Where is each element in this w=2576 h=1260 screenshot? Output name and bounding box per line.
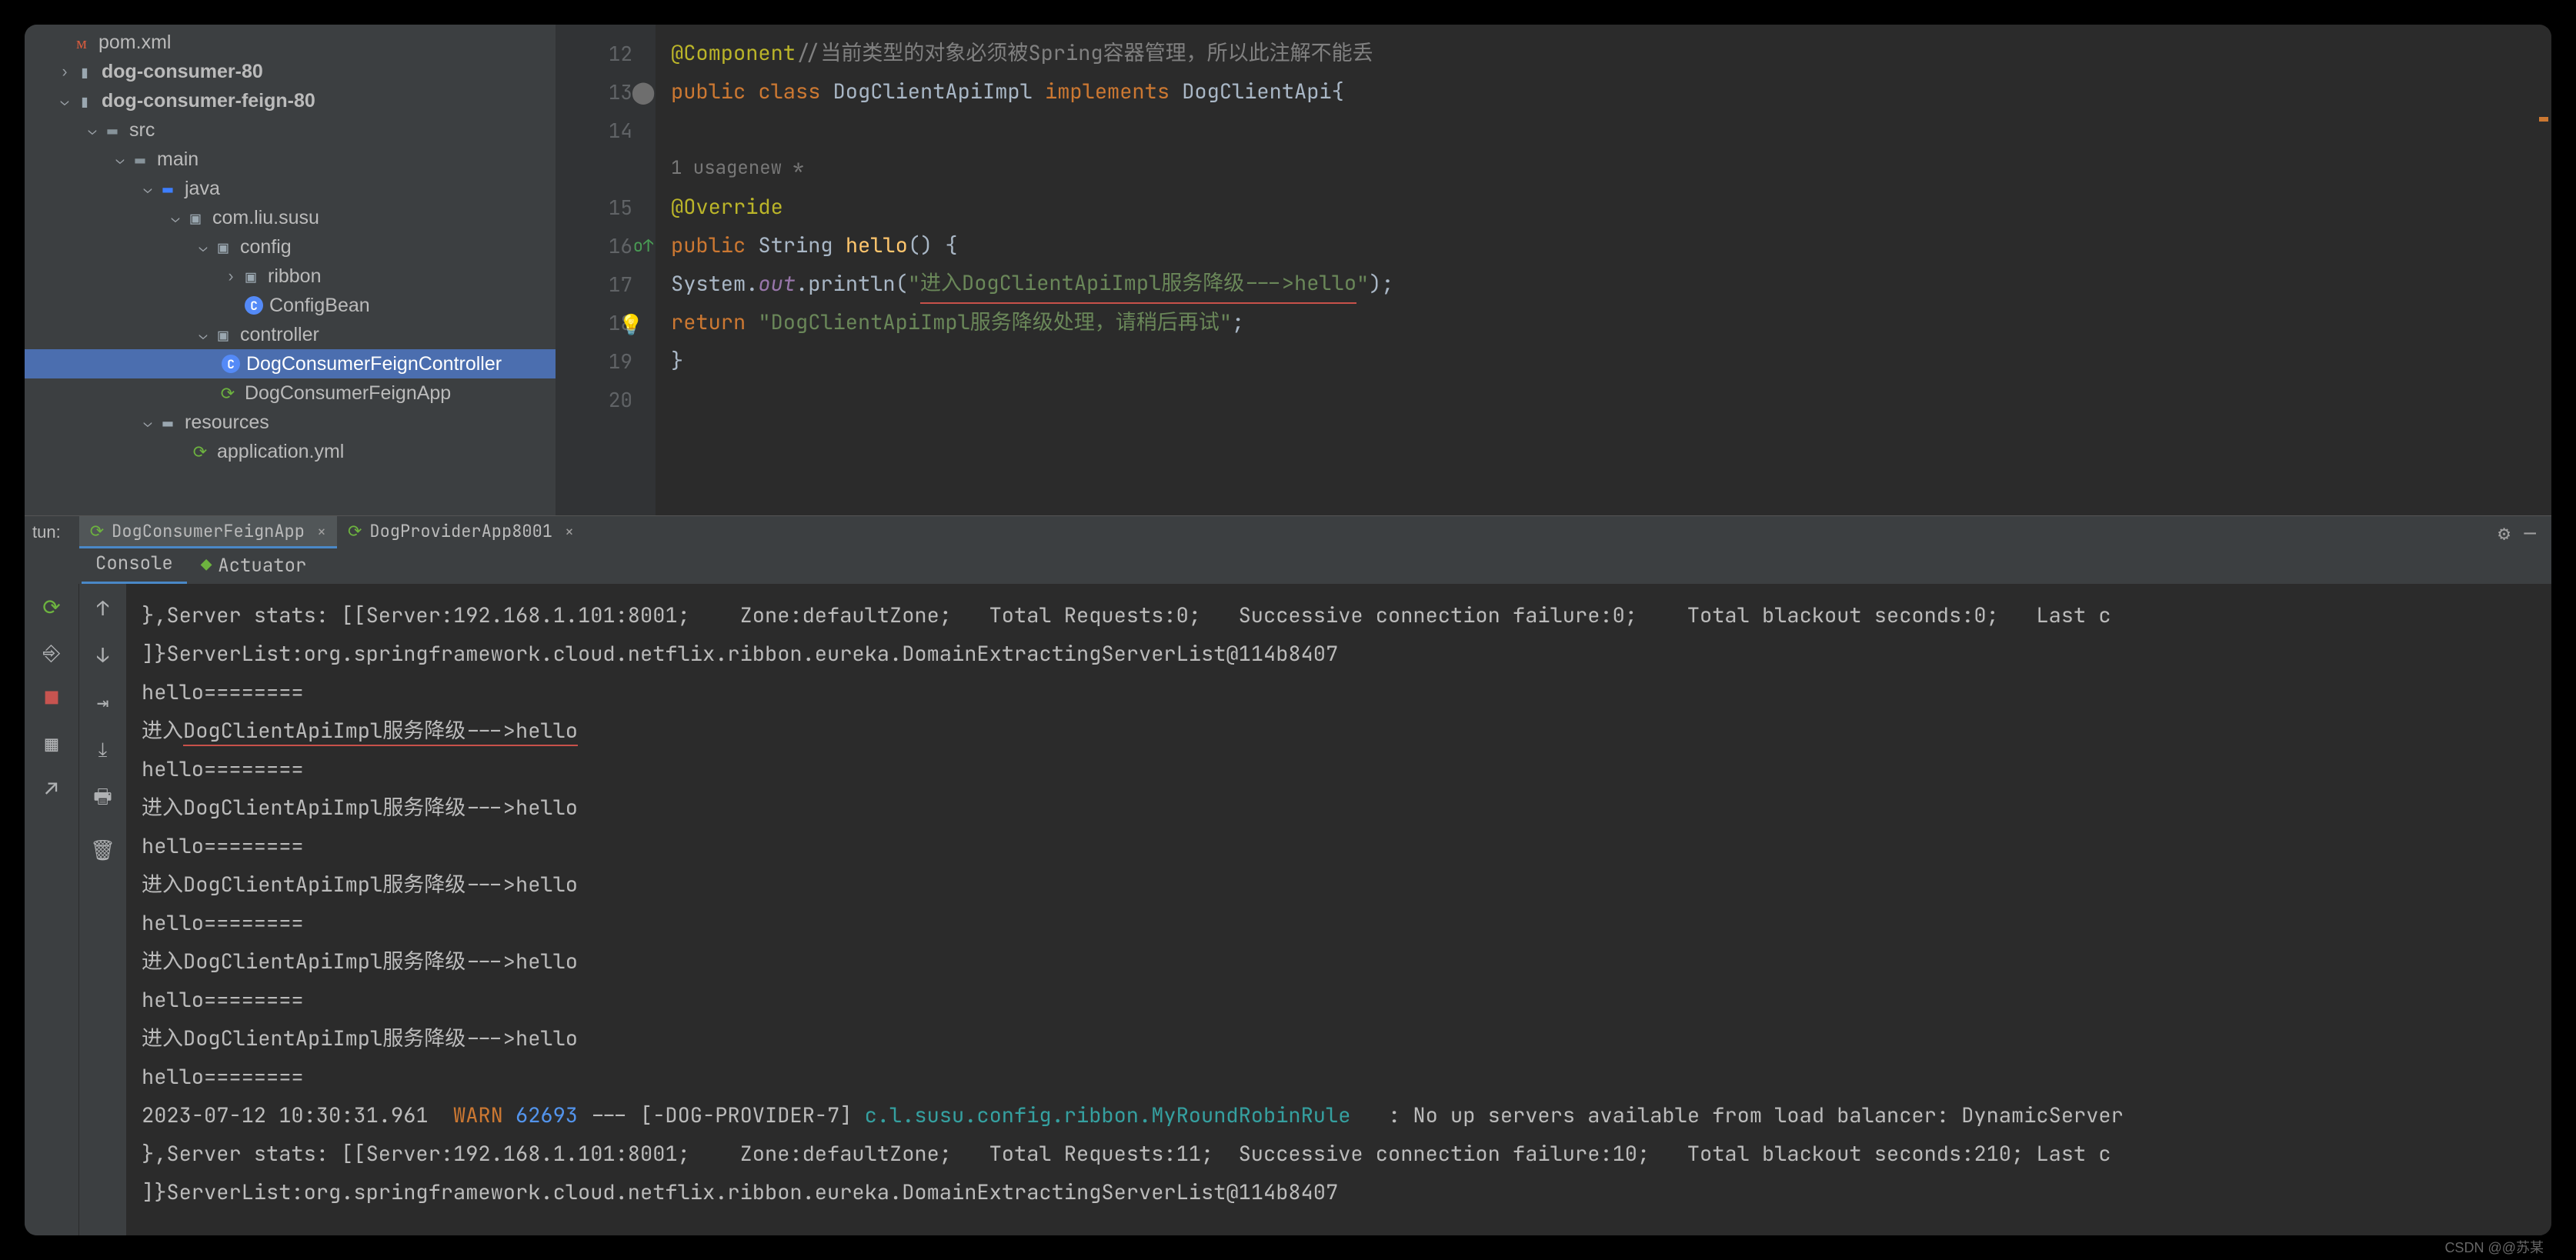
vcs-inlay[interactable]: new * <box>749 149 804 188</box>
tree-dcfc[interactable]: CDogConsumerFeignController <box>25 349 556 378</box>
scroll-down-icon[interactable]: ↓ <box>97 642 109 668</box>
spring-icon: ⟳ <box>90 520 104 542</box>
module-icon: ▮ <box>74 61 95 82</box>
tree-ribbon[interactable]: ›▣ribbon <box>25 262 556 291</box>
scroll-up-icon[interactable]: ↑ <box>97 595 109 622</box>
tree-controller[interactable]: ⌄▣controller <box>25 320 556 349</box>
exit-icon[interactable]: ↗ <box>45 775 58 803</box>
resources-folder-icon: ▬ <box>157 412 179 433</box>
run-target-icon[interactable]: ⎆ <box>43 638 60 667</box>
tree-resources[interactable]: ⌄▬resources <box>25 408 556 437</box>
run-tab-provider[interactable]: ⟳DogProviderApp8001× <box>337 516 585 548</box>
chevron-right-icon: › <box>222 267 240 285</box>
tree-main[interactable]: ⌄▬main <box>25 145 556 174</box>
run-sub-tabs: Console ◆Actuator <box>25 548 2551 584</box>
chevron-down-icon: ⌄ <box>166 208 185 227</box>
chevron-right-icon: › <box>55 62 74 81</box>
close-icon[interactable]: × <box>317 522 326 542</box>
run-tab-feign[interactable]: ⟳DogConsumerFeignApp× <box>79 516 337 548</box>
usages-inlay[interactable]: 1 usage <box>671 149 749 188</box>
chevron-down-icon: ⌄ <box>83 121 102 139</box>
actuator-icon: ◆ <box>201 554 212 578</box>
print-icon[interactable]: 🖶 <box>93 782 112 816</box>
class-icon: C <box>245 296 263 315</box>
close-icon[interactable]: × <box>565 522 574 542</box>
tree-appyml[interactable]: ⟳application.yml <box>25 437 556 466</box>
package-icon: ▣ <box>240 265 262 287</box>
scroll-to-end-icon[interactable]: ⤓ <box>98 735 108 762</box>
tree-java[interactable]: ⌄▬java <box>25 174 556 203</box>
tree-module-feign[interactable]: ⌄▮dog-consumer-feign-80 <box>25 86 556 115</box>
tree-config[interactable]: ⌄▣config <box>25 232 556 262</box>
tree-configbean[interactable]: CConfigBean <box>25 291 556 320</box>
dashboard-icon[interactable]: ▦ <box>45 729 58 758</box>
watermark: CSDN @@苏某 <box>2444 1237 2544 1257</box>
spring-icon: ⟳ <box>217 382 239 404</box>
stop-icon[interactable]: ■ <box>45 684 58 712</box>
folder-icon: ▬ <box>102 119 123 141</box>
clear-icon[interactable]: 🗑 <box>90 836 115 863</box>
maven-icon: ᴍ <box>71 32 92 53</box>
class-icon: C <box>222 355 240 373</box>
soft-wrap-icon[interactable]: ⇥ <box>97 688 109 715</box>
package-icon: ▣ <box>212 236 234 258</box>
minimize-icon[interactable]: — <box>2524 519 2536 546</box>
console-tab[interactable]: Console <box>82 545 187 584</box>
editor-error-stripe[interactable] <box>2534 25 2548 515</box>
override-icon[interactable]: o↑ <box>629 235 657 257</box>
tree-dcfa[interactable]: ⟳DogConsumerFeignApp <box>25 378 556 408</box>
project-tree[interactable]: ᴍpom.xml ›▮dog-consumer-80 ⌄▮dog-consume… <box>25 25 556 515</box>
spring-icon: ⟳ <box>189 441 211 462</box>
chevron-down-icon: ⌄ <box>111 150 129 168</box>
gutter: 12 13⬤ 14 · 15 16o↑ 17 18💡 19 20 <box>556 25 656 515</box>
chevron-down-icon: ⌄ <box>138 413 157 432</box>
console-toolbar: ↑ ↓ ⇥ ⤓ 🖶 🗑 <box>78 584 126 1235</box>
chevron-down-icon: ⌄ <box>194 238 212 256</box>
package-icon: ▣ <box>185 207 206 228</box>
package-icon: ▣ <box>212 324 234 345</box>
actuator-tab[interactable]: ◆Actuator <box>187 548 321 584</box>
source-folder-icon: ▬ <box>157 178 179 199</box>
tree-pom[interactable]: ᴍpom.xml <box>25 28 556 57</box>
run-toolwindow-label: tun: <box>32 522 61 542</box>
spring-icon: ⟳ <box>348 520 362 542</box>
tree-pkg[interactable]: ⌄▣com.liu.susu <box>25 203 556 232</box>
folder-icon: ▬ <box>129 148 151 170</box>
no-usage-icon: ⬤ <box>629 78 657 106</box>
chevron-down-icon: ⌄ <box>194 325 212 344</box>
code-area[interactable]: @Component //当前类型的对象必须被Spring容器管理，所以此注解不… <box>656 25 2551 515</box>
run-panel: tun: ⟳DogConsumerFeignApp× ⟳DogProviderA… <box>25 515 2551 1235</box>
gear-icon[interactable]: ⚙ <box>2498 519 2511 546</box>
bulb-icon[interactable]: 💡 <box>619 311 642 334</box>
chevron-down-icon: ⌄ <box>138 179 157 198</box>
rerun-icon[interactable]: ⟳ <box>42 593 60 622</box>
chevron-down-icon: ⌄ <box>55 92 74 110</box>
console-output[interactable]: },Server stats: [[Server:192.168.1.101:8… <box>126 584 2551 1235</box>
run-tabs: tun: ⟳DogConsumerFeignApp× ⟳DogProviderA… <box>25 516 2551 548</box>
run-toolbar: ⟳ ⎆ ■ ▦ ↗ <box>25 584 78 1235</box>
module-icon: ▮ <box>74 90 95 112</box>
tree-src[interactable]: ⌄▬src <box>25 115 556 145</box>
editor-pane[interactable]: 12 13⬤ 14 · 15 16o↑ 17 18💡 19 20 @Compon… <box>556 25 2551 515</box>
tree-module-80[interactable]: ›▮dog-consumer-80 <box>25 57 556 86</box>
